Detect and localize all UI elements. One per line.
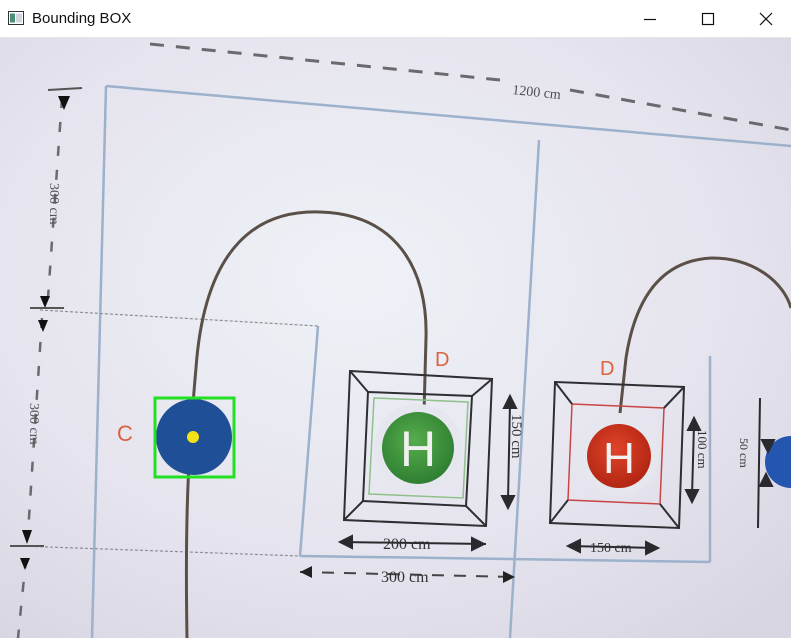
pad2-height-label: 100 cm bbox=[695, 430, 710, 469]
close-button[interactable] bbox=[743, 0, 789, 38]
minimize-icon bbox=[644, 18, 656, 21]
app-icon bbox=[8, 11, 24, 25]
label-d-1: D bbox=[435, 349, 449, 371]
left-dimension-label-mid: 300 cm bbox=[26, 403, 41, 445]
close-icon bbox=[759, 12, 773, 26]
bottom-dimension-label: 300 cm bbox=[381, 569, 429, 586]
maximize-button[interactable] bbox=[685, 0, 731, 38]
title-bar: Bounding BOX bbox=[0, 0, 791, 38]
center-point bbox=[187, 431, 199, 443]
label-c: C bbox=[117, 421, 133, 446]
helipad-green-letter: H bbox=[400, 421, 436, 477]
maximize-icon bbox=[701, 12, 715, 26]
camera-view: 1200 cm 300 cm 300 cm C D H 150 cm 200 c… bbox=[0, 38, 791, 638]
pad1-width-label: 200 cm bbox=[383, 536, 431, 553]
pad2-width-label: 150 cm bbox=[590, 541, 632, 556]
pad1-height-label: 150 cm bbox=[508, 414, 524, 459]
helipad-red-letter: H bbox=[603, 434, 635, 483]
left-dimension-label-top: 300 cm bbox=[46, 183, 61, 225]
label-d-2: D bbox=[600, 358, 614, 380]
window-title: Bounding BOX bbox=[32, 10, 132, 27]
right-edge-dimension-label: 50 cm bbox=[737, 438, 751, 468]
camera-frame: 1200 cm 300 cm 300 cm C D H 150 cm 200 c… bbox=[0, 38, 791, 638]
minimize-button[interactable] bbox=[627, 0, 673, 38]
